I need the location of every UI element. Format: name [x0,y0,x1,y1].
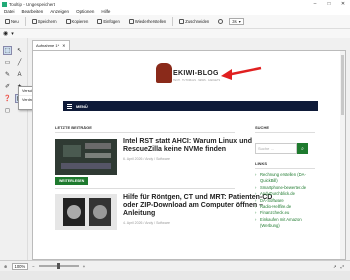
eye-icon[interactable]: ◉ [3,30,8,37]
zoom-select[interactable]: 100% [11,262,29,270]
restore-icon [128,19,134,24]
menu-bar: Datei Bearbeiten Anzeigen Optionen Hilfe [0,8,350,15]
zoom-out-icon[interactable]: − [32,264,34,269]
hamburger-icon [67,103,72,110]
tool-panel: ⬚ ↖ ▭ ╱ ✎ A ✐ ✦ ❓ ▦ ◻ [0,38,28,260]
menu-datei[interactable]: Datei [4,9,15,14]
shape-tool-icon[interactable]: ▭ [3,58,12,67]
delay-value: 3s [232,19,237,24]
vertical-scrollbar[interactable] [340,51,345,259]
secondary-toolbar: ◉ ▾ [0,29,350,38]
section-title-links: LINKS [255,161,267,166]
toolbar-divider [24,17,26,26]
read-more-button[interactable]: WEITERLESEN [55,177,89,185]
tab-capture[interactable]: Aufnahme 1* ✕ [32,40,70,50]
select-tool-icon[interactable]: ⬚ [3,46,12,55]
toolbar-divider [172,17,174,26]
restore-button-label: Wiederherstellen [134,19,167,24]
restore-button[interactable]: Wiederherstellen [126,17,169,26]
close-icon[interactable]: ✕ [62,43,65,48]
new-button[interactable]: Neu [2,17,22,26]
post-title[interactable]: Intel RST statt AHCI: Warum Linux und Re… [123,138,273,154]
post-thumbnail[interactable] [55,139,117,175]
title-bar: Tooltip - Ungespeichert – □ ✕ [0,0,350,8]
timer-button[interactable] [215,17,226,26]
menu-bearbeiten[interactable]: Bearbeiten [22,9,44,14]
chevron-down-icon: ▾ [238,19,241,24]
delay-select[interactable]: 3s ▾ [229,18,244,25]
search-input[interactable]: Suche … [255,143,297,154]
list-item[interactable]: › Einkaufen mit Amazon (Werbung) [255,217,317,230]
crop-button[interactable]: Zuschneiden [176,17,212,26]
crop-icon [179,19,185,24]
zoom-slider-knob[interactable] [56,263,60,269]
help-tool-icon[interactable]: ❓ [3,94,12,103]
chevron-down-icon[interactable]: ▾ [11,31,14,37]
image-size-icon: ⤢ [340,263,344,269]
app-icon [2,1,7,7]
zoom-icon: ⊕ [4,263,8,269]
main-toolbar: Neu Speichern Kopieren Einfügen Wiederhe… [0,15,350,29]
annotation-arrow-line [226,66,262,77]
line-tool-icon[interactable]: ╱ [15,58,24,67]
search-icon: ⌕ [301,145,304,152]
window-title: Tooltip - Ungespeichert [9,1,56,7]
capture-canvas[interactable]: EKIWI-BLOG TECH · TUTORIALS · NEWS · GAD… [32,50,346,260]
copy-button[interactable]: Kopieren [63,17,92,26]
paste-button[interactable]: Einfügen [94,17,123,26]
link-text: Einkaufen mit Amazon (Werbung) [260,216,302,229]
close-button[interactable]: ✕ [336,1,350,7]
divider [255,168,315,169]
clock-icon [218,19,224,24]
highlighter-tool-icon[interactable]: ✐ [3,82,12,91]
nav-menu-label: MENÜ [76,103,88,109]
color-swatch-icon[interactable]: ◻ [3,106,12,115]
document-tabs: Aufnahme 1* ✕ [32,40,346,50]
xray-image [55,194,117,230]
arrow-tool-icon[interactable]: ↖ [15,46,24,55]
paste-icon [97,19,103,24]
divider [255,132,315,133]
section-title-search: SUCHE [255,125,270,130]
cursor-icon: ↗ [333,263,337,269]
crop-button-label: Zuschneiden [185,19,210,24]
taskbar-strip [0,271,350,280]
scrollbar-thumb[interactable] [341,55,344,115]
new-button-label: Neu [11,19,19,24]
paste-button-label: Einfügen [103,19,120,24]
list-item[interactable]: › Rechnung erstellen (DA-QuickBill) [255,172,317,185]
save-icon [31,19,37,24]
annotation-arrow-head [221,69,232,80]
pen-tool-icon[interactable]: ✎ [3,70,12,79]
save-button-label: Speichern [37,19,57,24]
post-title[interactable]: Hilfe für Röntgen, CT und MRT: Patienten… [123,194,273,218]
divider [55,188,235,189]
tab-capture-label: Aufnahme 1* [36,43,60,48]
copy-button-label: Kopieren [71,19,89,24]
status-bar: ⊕ 100% − + ↗ ⤢ [0,260,350,271]
site-navbar[interactable]: MENÜ [63,101,318,111]
post-meta: 4. April 2026 / Andy / Software [123,221,170,225]
motherboard-image [55,139,117,175]
search-button[interactable]: ⌕ [297,143,308,154]
minimize-button[interactable]: – [308,1,322,7]
links-list: › Rechnung erstellen (DA-QuickBill) › Smar… [255,172,317,230]
save-button[interactable]: Speichern [29,17,60,26]
post-meta: 6. April 2026 / Andy / Software [123,157,170,161]
divider [55,132,235,133]
maximize-button[interactable]: □ [322,1,336,7]
zoom-in-icon[interactable]: + [83,264,85,269]
copy-icon [65,19,71,24]
post-thumbnail[interactable] [55,194,117,230]
section-title-posts: LETZTE BEITRÄGE [55,125,92,130]
new-capture-icon [5,19,10,24]
menu-optionen[interactable]: Optionen [76,9,94,14]
menu-hilfe[interactable]: Hilfe [101,9,110,14]
zoom-slider[interactable] [38,263,79,269]
link-text: Rechnung erstellen (DA-QuickBill) [260,172,306,184]
text-tool-icon[interactable]: A [15,70,24,79]
menu-anzeigen[interactable]: Anzeigen [50,9,69,14]
